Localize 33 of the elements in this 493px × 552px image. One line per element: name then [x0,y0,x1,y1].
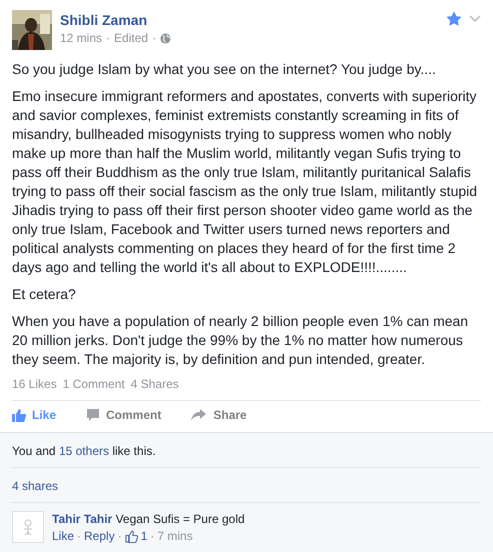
separator: · [152,30,156,47]
stat-link[interactable]: 16 Likes [12,377,57,391]
arrow-icon [191,408,208,422]
separator: · [150,528,154,545]
separator: · [77,528,82,545]
post-paragraph: So you judge Islam by what you see on the internet? You judge by.... [12,60,437,79]
edited-label[interactable]: Edited [114,30,148,47]
post-paragraph: When you have a population of nearly 2 billion people even 1% can mean 20 million jerks. Don't judge the 99% by the 1% no matter how numerous they seem. The majority is, by definition and pun intended, greater. [12,312,470,369]
comment-time[interactable]: 7 mins [157,528,193,545]
chevron-down-icon[interactable] [469,15,481,23]
thumbs-up-icon [124,530,138,543]
like-link[interactable]: Like [52,528,74,545]
shares-link[interactable]: 4 shares [12,479,58,493]
post-paragraph: Emo insecure immigrant reformers and apostates, converts with superiority and savior complexes, feminist extremists constantly screaming in fits of misandry, bullheaded misogynists trying to suppress women who nobly make up more than half the Muslim world, militantly vegan Sufis trying to pass off their Buddhism as the only true Islam, militantly puritanical Salafis trying to pass off their social fascism as the only true Islam, militantly stupid Jihadis trying to pass off their first person shooter video game world as the only true Islam, Facebook and Twitter users turned news reporters and political analysts commenting on places they heard of for the first time 2 days ago and telling the world it's all about to EXPLODE!!!!........ [12,87,478,277]
post-time[interactable]: 12 mins [60,30,102,47]
share-button[interactable]: Share [191,408,247,422]
star-icon[interactable] [447,12,461,26]
thumbs-up-icon [12,408,26,422]
likes-summary: You and 15 others like this. [12,444,156,458]
speech-bubble-icon [86,408,100,422]
separator: · [106,30,110,47]
stat-link[interactable]: 4 Shares [130,377,179,391]
like-button[interactable]: Like [12,408,56,422]
comment-like-count[interactable]: 1 [140,528,148,545]
others-link[interactable]: 15 others [58,444,109,458]
comment-button[interactable]: Comment [86,408,162,422]
author-name[interactable]: Shibli Zaman [60,11,439,30]
reply-link[interactable]: Reply [84,528,115,545]
globe-icon[interactable] [160,33,172,44]
comment-text: Tahir Tahir Vegan Sufis = Pure gold [52,511,245,528]
stat-link[interactable]: 1 Comment [62,377,125,391]
post-paragraph: Et cetera? [12,285,77,304]
separator: · [118,528,122,545]
